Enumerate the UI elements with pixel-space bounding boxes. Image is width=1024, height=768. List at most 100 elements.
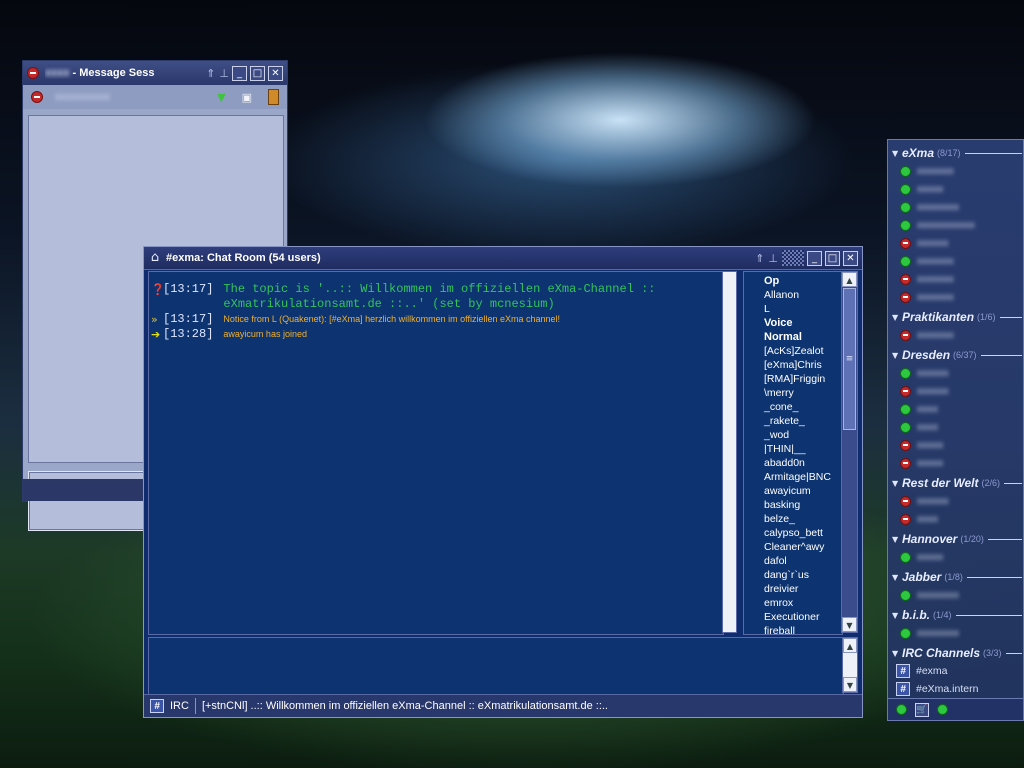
group-count: (1/6) xyxy=(977,312,996,322)
contact-item[interactable]: xxxxxx xyxy=(892,492,1022,510)
user-list-item[interactable]: _rakete_ xyxy=(764,414,842,428)
contact-info-icon[interactable]: ▣ xyxy=(242,91,252,104)
close-button[interactable]: ✕ xyxy=(843,250,858,266)
user-list-scrollbar[interactable]: ▲ ≡ ▼ xyxy=(841,271,858,633)
user-list-item[interactable]: Armitage|BNC xyxy=(764,470,842,484)
contact-group-header[interactable]: ▼ Praktikanten (1/6) xyxy=(892,308,1022,326)
user-list-item[interactable]: _cone_ xyxy=(764,400,842,414)
input-scroll-up-button[interactable]: ▲ xyxy=(843,638,857,653)
pin-icon[interactable]: ⊥ xyxy=(768,252,778,265)
contact-item[interactable]: xxxxx xyxy=(892,548,1022,566)
contact-group-header[interactable]: ▼ b.i.b. (1/4) xyxy=(892,606,1022,624)
contact-group-header[interactable]: ▼ Dresden (6/37) xyxy=(892,346,1022,364)
user-list-item[interactable]: [AcKs]Zealot xyxy=(764,344,842,358)
topic-text: The topic is '..:: Willkommen im offizie… xyxy=(223,282,656,311)
user-list-item[interactable]: [eXma]Chris xyxy=(764,358,842,372)
user-list-item[interactable]: belze_ xyxy=(764,512,842,526)
chat-room-titlebar[interactable]: ⌂ #exma: Chat Room (54 users) ⇑ ⊥ _ □ ✕ xyxy=(144,247,862,270)
user-list-item[interactable]: _wod xyxy=(764,428,842,442)
user-list-item[interactable]: calypso_bett xyxy=(764,526,842,540)
user-list-item[interactable]: dreivier xyxy=(764,582,842,596)
user-list-item[interactable]: [RMA]Friggin xyxy=(764,372,842,386)
user-list-item[interactable]: Cleaner^awy xyxy=(764,540,842,554)
contact-item[interactable]: xxxxxxx xyxy=(892,252,1022,270)
user-list-item[interactable]: L xyxy=(764,302,842,316)
contact-item[interactable]: xxxxxxxx xyxy=(892,586,1022,604)
contact-group-header[interactable]: ▼ Hannover (1/20) xyxy=(892,530,1022,548)
irc-channel-item[interactable]: # #exma xyxy=(892,662,1022,680)
user-list-item[interactable]: |THIN|__ xyxy=(764,442,842,456)
user-list-item[interactable]: abadd0n xyxy=(764,456,842,470)
scroll-thumb[interactable]: ≡ xyxy=(843,288,856,430)
contact-item[interactable]: xxxxxx xyxy=(892,234,1022,252)
history-book-icon[interactable] xyxy=(268,89,279,105)
contact-item[interactable]: xxxxxxx xyxy=(892,288,1022,306)
transparency-pattern-icon[interactable] xyxy=(782,250,804,266)
minimize-button[interactable]: _ xyxy=(232,65,247,81)
contact-name: xxxxxxx xyxy=(917,329,954,341)
user-list-item[interactable]: fireball xyxy=(764,624,842,634)
contact-item[interactable]: xxxxxxx xyxy=(892,162,1022,180)
user-list[interactable]: Op Allanon L Voice Normal [AcKs]Zealot [eXma]C… xyxy=(743,271,843,635)
user-list-item[interactable]: basking xyxy=(764,498,842,512)
chat-log[interactable]: ❓ [13:17] The topic is '..:: Willkommen … xyxy=(148,271,724,635)
contact-item[interactable]: xxxxxx xyxy=(892,382,1022,400)
cart-icon[interactable]: 🛒 xyxy=(915,702,929,717)
contact-group-header[interactable]: ▼ IRC Channels (3/3) xyxy=(892,644,1022,662)
user-list-item[interactable]: Allanon xyxy=(764,288,842,302)
contact-group-header[interactable]: ▼ Rest der Welt (2/6) xyxy=(892,474,1022,492)
contact-list-window[interactable]: ▼ eXma (8/17) xxxxxxx xxxxx xxxxxxxx xxxxxxxxx… xyxy=(887,139,1024,721)
user-list-item[interactable]: awayicum xyxy=(764,484,842,498)
home-icon: ⌂ xyxy=(150,250,160,265)
dropdown-arrow-icon[interactable]: ▼ xyxy=(217,91,225,104)
chat-room-window[interactable]: ⌂ #exma: Chat Room (54 users) ⇑ ⊥ _ □ ✕ … xyxy=(143,246,863,718)
roll-up-icon[interactable]: ⇑ xyxy=(206,67,215,80)
user-list-item[interactable]: dafol xyxy=(764,554,842,568)
collapse-triangle-icon[interactable]: ▼ xyxy=(892,573,902,582)
collapse-triangle-icon[interactable]: ▼ xyxy=(892,149,902,158)
contact-status-busy-icon xyxy=(31,91,43,103)
scroll-up-button[interactable]: ▲ xyxy=(842,272,857,287)
close-button[interactable]: ✕ xyxy=(268,65,283,81)
contact-item[interactable]: xxxxx xyxy=(892,180,1022,198)
collapse-triangle-icon[interactable]: ▼ xyxy=(892,351,902,360)
maximize-button[interactable]: □ xyxy=(825,250,840,266)
input-scroll-down-button[interactable]: ▼ xyxy=(843,677,857,692)
irc-channel-item[interactable]: # #eXma.intern xyxy=(892,680,1022,698)
user-list-item[interactable]: dang`r`us xyxy=(764,568,842,582)
contact-item[interactable]: xxxxxxx xyxy=(892,270,1022,288)
pin-icon[interactable]: ⊥ xyxy=(219,67,229,80)
contact-item[interactable]: xxxx xyxy=(892,510,1022,528)
user-list-item[interactable]: emrox xyxy=(764,596,842,610)
contact-item[interactable]: xxxxxxx xyxy=(892,326,1022,344)
maximize-button[interactable]: □ xyxy=(250,65,265,81)
online-status-icon[interactable] xyxy=(937,704,948,715)
chat-input-scrollbar[interactable]: ▲ ▼ xyxy=(842,637,858,693)
collapse-triangle-icon[interactable]: ▼ xyxy=(892,479,902,488)
roll-up-icon[interactable]: ⇑ xyxy=(755,252,764,265)
contact-item[interactable]: xxxxx xyxy=(892,454,1022,472)
minimize-button[interactable]: _ xyxy=(807,250,822,266)
collapse-triangle-icon[interactable]: ▼ xyxy=(892,313,902,322)
contact-item[interactable]: xxxxxxxx xyxy=(892,624,1022,642)
scroll-down-button[interactable]: ▼ xyxy=(842,617,857,632)
user-list-item[interactable]: \merry xyxy=(764,386,842,400)
contact-item[interactable]: xxxxxxxxxxx xyxy=(892,216,1022,234)
collapse-triangle-icon[interactable]: ▼ xyxy=(892,535,902,544)
contact-item[interactable]: xxxx xyxy=(892,400,1022,418)
contact-group-header[interactable]: ▼ Jabber (1/8) xyxy=(892,568,1022,586)
collapse-triangle-icon[interactable]: ▼ xyxy=(892,611,902,620)
user-list-item[interactable]: Executioner xyxy=(764,610,842,624)
collapse-triangle-icon[interactable]: ▼ xyxy=(892,649,902,658)
contact-item[interactable]: xxxx xyxy=(892,418,1022,436)
online-status-icon[interactable] xyxy=(896,704,907,715)
chat-input[interactable] xyxy=(148,637,844,695)
chat-log-scrollbar[interactable] xyxy=(722,271,737,633)
contact-list[interactable]: ▼ eXma (8/17) xxxxxxx xxxxx xxxxxxxx xxxxxxxxx… xyxy=(892,142,1022,698)
contact-item[interactable]: xxxxxx xyxy=(892,364,1022,382)
contact-item[interactable]: xxxxxxxx xyxy=(892,198,1022,216)
group-divider xyxy=(955,614,1022,616)
message-session-titlebar[interactable]: xxxx - Message Sess ⇑ ⊥ _ □ ✕ xyxy=(23,61,287,85)
contact-item[interactable]: xxxxx xyxy=(892,436,1022,454)
contact-group-header[interactable]: ▼ eXma (8/17) xyxy=(892,144,1022,162)
